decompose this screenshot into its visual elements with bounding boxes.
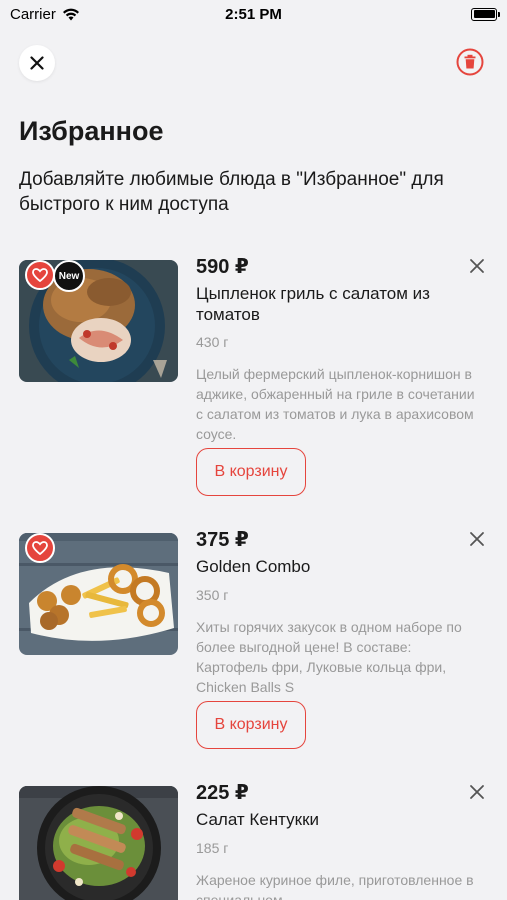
page-title: Избранное: [19, 116, 164, 146]
item-description: Хиты горячих закусок в одном наборе по б…: [196, 619, 462, 695]
status-time: 2:51 PM: [225, 6, 282, 23]
item-name: Golden Combo: [196, 557, 311, 576]
heart-icon: [32, 541, 48, 555]
dish-image[interactable]: [19, 786, 178, 900]
item-price: 375 ₽: [196, 529, 249, 551]
close-button[interactable]: [19, 45, 55, 81]
clear-favorites-button[interactable]: [456, 48, 484, 76]
close-icon: [30, 56, 44, 70]
item-name: Салат Кентукки: [196, 810, 320, 829]
battery-icon: [471, 7, 500, 21]
item-weight: 430 г: [196, 334, 229, 350]
close-icon: [470, 785, 484, 799]
status-bar: Carrier 2:51 PM: [0, 0, 507, 28]
heart-icon: [32, 268, 48, 282]
new-badge: New: [53, 260, 85, 292]
favorite-toggle[interactable]: [25, 260, 55, 290]
remove-item-button[interactable]: [468, 783, 486, 801]
page-subtitle: Добавляйте любимые блюда в "Избранное" д…: [19, 169, 444, 215]
item-description: Жареное куриное филе, приготовленное в с…: [196, 872, 474, 900]
item-price: 225 ₽: [196, 782, 249, 804]
remove-item-button[interactable]: [468, 257, 486, 275]
add-to-cart-button[interactable]: В корзину: [196, 701, 306, 749]
close-icon: [470, 259, 484, 273]
item-weight: 185 г: [196, 840, 229, 856]
dish-photo: [19, 786, 178, 900]
remove-item-button[interactable]: [468, 530, 486, 548]
item-description: Целый фермерский цыпленок-корнишон в адж…: [196, 366, 475, 442]
favorite-toggle[interactable]: [25, 533, 55, 563]
trash-icon: [456, 48, 484, 76]
item-name: Цыпленок гриль с салатом из томатов: [196, 284, 430, 324]
item-weight: 350 г: [196, 587, 229, 603]
close-icon: [470, 532, 484, 546]
add-to-cart-button[interactable]: В корзину: [196, 448, 306, 496]
item-price: 590 ₽: [196, 256, 249, 278]
